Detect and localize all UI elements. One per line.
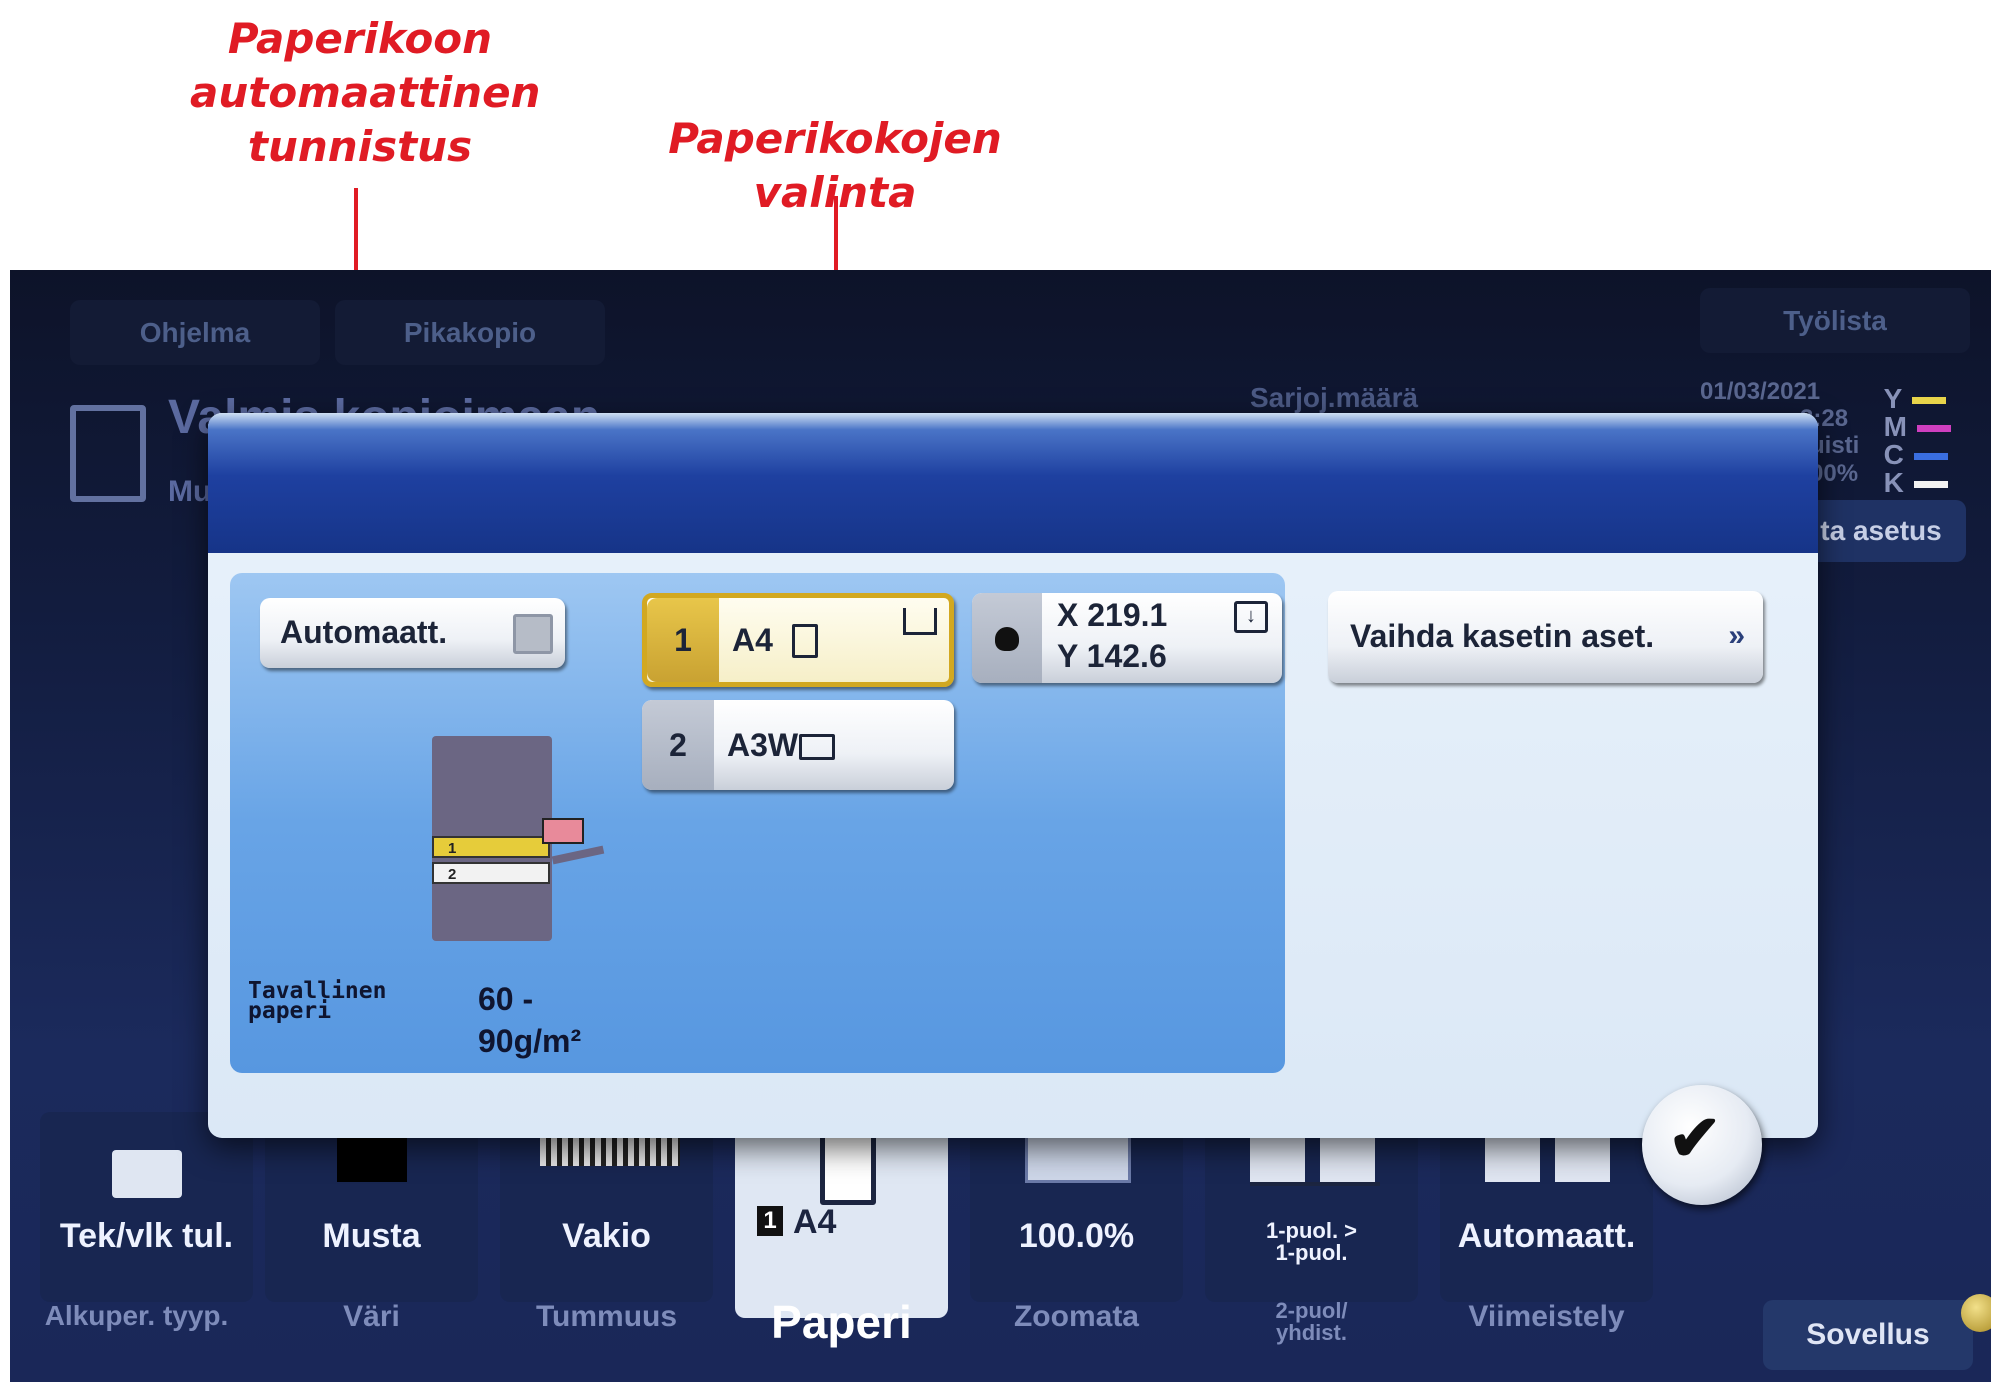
tray1-number: 1 [647,598,719,682]
hand-icon [995,627,1019,651]
toner-c: C [1884,441,1951,469]
callout-auto-detect: Paperikoon automaattinen tunnistus [190,14,541,171]
manual-y-size: Y 142.6 [1057,638,1167,674]
indicator-knob [1961,1294,1991,1332]
fn-color[interactable]: Musta [265,1112,478,1302]
date-label: 01/03/2021 [1700,378,1821,405]
book-icon [112,1150,182,1198]
status-subtitle: Mu [168,475,212,508]
sovellus-button[interactable]: Sovellus [1763,1300,1973,1370]
double-chevron-right-icon: » [1728,619,1745,652]
auto-paper-button[interactable]: Automaatt. [260,598,565,668]
manual-feed-arm [551,845,605,865]
download-icon: ↓ [1234,601,1268,633]
tray2-size: A3W [727,727,799,763]
tab-tyolista[interactable]: Työlista [1700,288,1970,353]
fn-zoom[interactable]: 100.0% [970,1112,1183,1302]
toner-k: K [1884,469,1951,497]
fn-label-density: Tummuus [535,1300,678,1333]
auto-paper-label: Automaatt. [280,614,448,650]
fn-color-value: Musta [322,1217,421,1255]
change-tray-settings-label: Vaihda kasetin aset. [1350,618,1655,654]
toner-levels: Y M C K [1884,385,1951,497]
tray2-button[interactable]: 2 A3W [642,700,954,790]
fn-finishing[interactable]: Automaatt. [1440,1112,1653,1302]
toner-m: M [1884,413,1951,441]
fn-label-finishing: Viimeistely [1468,1300,1625,1333]
fn-label-original-type: Alkuper. tyyp. [44,1300,229,1331]
side-setting-button[interactable]: ta asetus [1796,500,1966,562]
diagram-tray2: 2 [432,862,550,884]
manual-x-size: X 219.1 [1057,597,1168,633]
auto-paper-checkbox[interactable] [513,614,553,654]
manual-feed-diagram-icon [542,818,584,844]
fn-original-type[interactable]: Tek/vlk tul. [40,1112,253,1302]
paper-panel: Automaatt. 1 A4 X 219.1 Y 142.6 ↓ 2 A3W … [230,573,1285,1073]
fn-label-color: Väri [343,1300,400,1333]
manual-feed-button[interactable]: X 219.1 Y 142.6 ↓ [972,593,1282,683]
fn-paper-value: A4 [793,1203,837,1241]
paper-icon [820,1133,876,1205]
toner-y: Y [1884,385,1951,413]
fn-zoom-value: 100.0% [1018,1217,1135,1255]
check-icon: ✔ [1668,1102,1722,1174]
tray1-button[interactable]: 1 A4 [642,593,954,687]
paper-dialog: Automaatt. 1 A4 X 219.1 Y 142.6 ↓ 2 A3W … [208,413,1818,1138]
document-icon [70,405,146,502]
fn-paper[interactable]: 1 A4 [735,1108,948,1318]
tray1-size: A4 [732,622,773,658]
tab-pikakopio[interactable]: Pikakopio [335,300,605,365]
change-tray-settings-button[interactable]: Vaihda kasetin aset. » [1328,591,1763,683]
black-square-icon [337,1132,407,1182]
fn-original-type-value: Tek/vlk tul. [59,1217,234,1255]
fn-paper-tray: 1 [757,1206,783,1236]
sets-label: Sarjoj.määrä [1250,382,1419,413]
diagram-tray1: 1 [432,836,550,858]
fn-label-duplex: 2-puol/ yhdist. [1275,1298,1348,1345]
fn-duplex[interactable]: 1-puol. > 1-puol. [1205,1112,1418,1302]
tab-ohjelma[interactable]: Ohjelma [70,300,320,365]
fn-label-zoom: Zoomata [1013,1300,1139,1333]
fn-density-value: Vakio [562,1217,651,1255]
printer-diagram: 1 2 [432,736,552,941]
portrait-paper-icon [792,624,818,658]
fn-finishing-value: Automaatt. [1457,1217,1636,1255]
dialog-header [208,413,1818,553]
landscape-paper-icon [799,734,835,760]
fn-label-paper: Paperi [771,1296,912,1348]
fn-duplex-value: 1-puol. > 1-puol. [1265,1218,1358,1265]
fn-density[interactable]: Vakio [500,1112,713,1302]
ok-button[interactable]: ✔ [1642,1085,1762,1205]
tray2-number: 2 [642,700,714,790]
paper-weight-label: 60 - 90g/m² [478,981,582,1059]
tray-level-icon [903,608,937,635]
paper-type-label: Tavallinen paperi [248,978,387,1024]
